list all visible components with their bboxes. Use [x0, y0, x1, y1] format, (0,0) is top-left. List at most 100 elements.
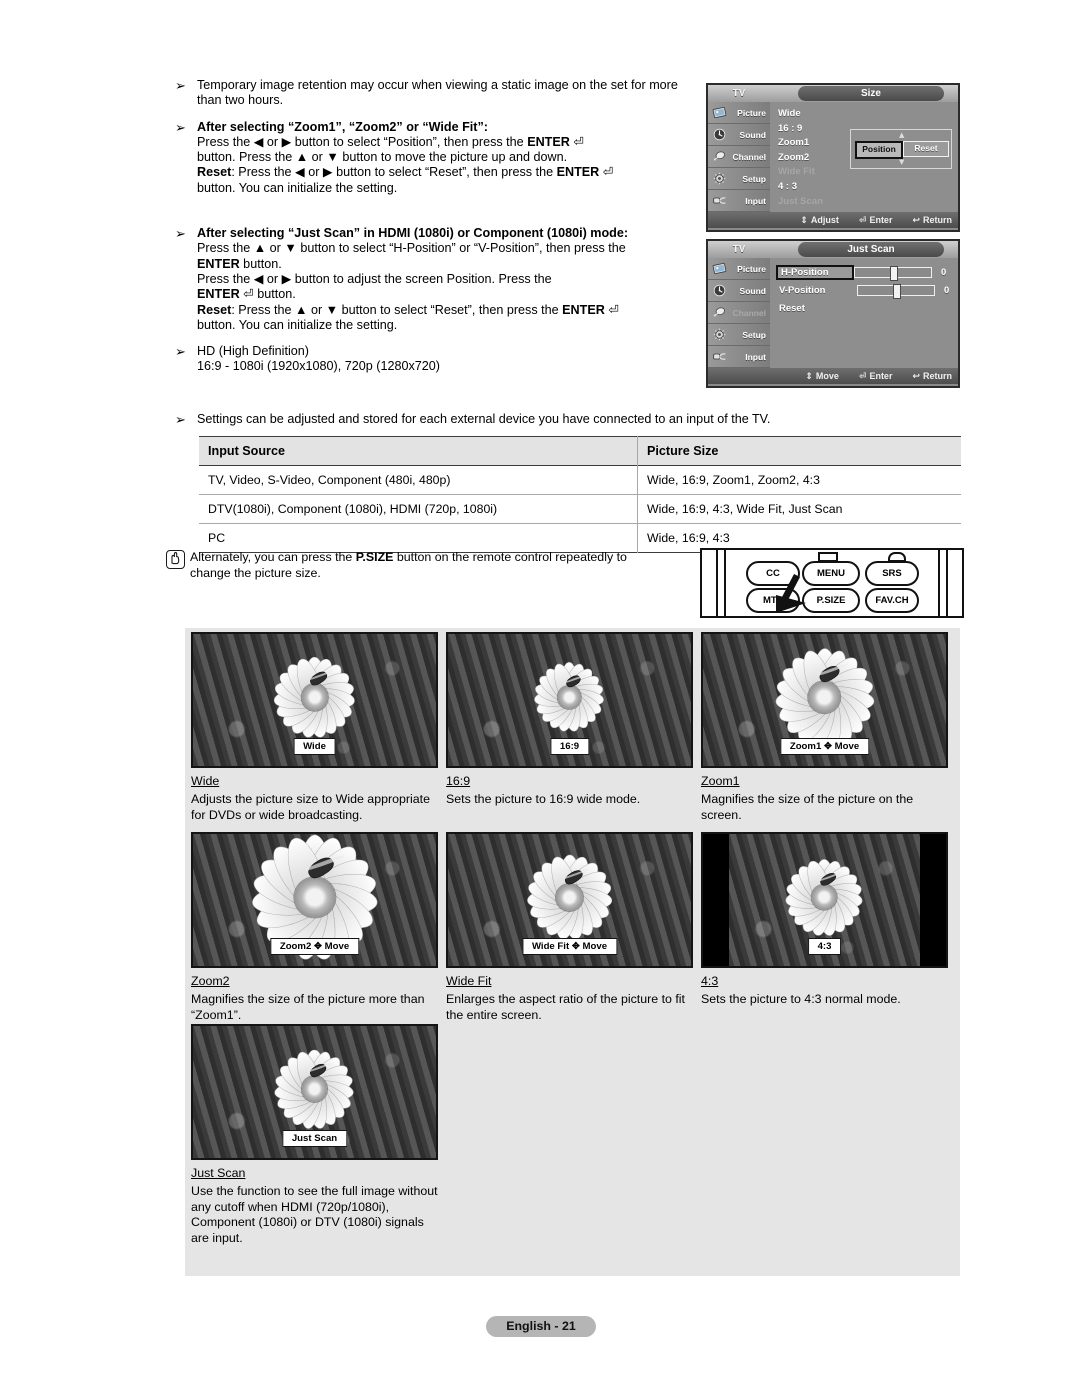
updown-arrow-icon: ⇕	[805, 371, 813, 382]
osd-sidebar-item-channel[interactable]: Channel	[708, 146, 770, 168]
reset-button[interactable]: Reset	[903, 141, 949, 157]
osd-sidebar-item-input[interactable]: Input	[708, 346, 770, 368]
osd-size-option[interactable]: Wide	[778, 107, 823, 122]
justscan-slider[interactable]	[854, 266, 932, 281]
picture-mode-cell: Just Scan Just Scan Use the function to se…	[191, 1024, 438, 1246]
osd-sidebar-item-sound[interactable]: Sound	[708, 124, 770, 146]
up-arrow-icon: ▲	[899, 131, 905, 139]
table-head: Input Source Picture Size	[199, 436, 961, 466]
return-icon: ↩	[912, 371, 920, 382]
input-source-table: Input Source Picture Size TV, Video, S-V…	[199, 436, 961, 553]
remote-key-srs[interactable]: SRS	[865, 561, 919, 586]
note-plain-text: ⏎	[569, 134, 584, 149]
settings-note-text: Settings can be adjusted and stored for …	[197, 412, 771, 426]
note-plain-text: : Press the ◀ or ▶ button to select “Res…	[231, 165, 557, 180]
note-plain-text: 16:9 - 1080i (1920x1080), 720p (1280x720…	[197, 359, 440, 374]
note-bold-text: ENTER	[197, 256, 240, 271]
input-icon	[713, 353, 726, 360]
osd-sidebar-item-picture[interactable]: Picture	[708, 258, 770, 280]
note-text: After selecting “Just Scan” in HDMI (108…	[197, 226, 628, 333]
enter-icon: ⏎	[858, 215, 867, 226]
justscan-slider-value: 0	[941, 267, 947, 278]
manual-page: ➢ Temporary image retention may occur whe…	[0, 0, 1080, 1397]
note-bold-text: Reset	[197, 165, 232, 180]
osd-sidebar-item-channel[interactable]: Channel	[708, 302, 770, 324]
slider-knob[interactable]	[893, 284, 901, 299]
osd-sidebar-item-label: Sound	[739, 129, 766, 140]
picture-mode-cell: Zoom1 ✥ Move Zoom1 Magnifies the size of t…	[701, 632, 948, 823]
note-bold-text: After selecting “Zoom1”, “Zoom2” or “Wid…	[197, 119, 488, 134]
flower-center	[811, 884, 838, 910]
osd-justscan-menu: TV Just Scan Picture Sound Channel Setup Inp…	[706, 239, 960, 388]
enter-icon: ⏎	[858, 371, 867, 382]
channel-icon	[713, 307, 725, 317]
osd-justscan-main: H-Position 0 V-Position 0 Reset	[770, 258, 958, 368]
osd-size-option[interactable]: Just Scan	[778, 195, 823, 210]
osd-sidebar-item-picture[interactable]: Picture	[708, 102, 770, 124]
picture-mode-description: Enlarges the aspect ratio of the picture…	[446, 992, 685, 1022]
note-plain-text: button. You can initialize the setting.	[197, 317, 398, 332]
remote-control-diagram: CC MENU SRS MTS P.SIZE FAV.CH	[700, 548, 964, 618]
osd-size-option[interactable]: Zoom2	[778, 151, 823, 166]
remote-key-favch[interactable]: FAV.CH	[865, 588, 919, 613]
slider-knob[interactable]	[890, 266, 898, 281]
bullet-marker: ➢	[175, 79, 186, 94]
table-body: TV, Video, S-Video, Component (480i, 480…	[199, 465, 961, 553]
osd-size-title: Size	[798, 86, 944, 101]
position-button[interactable]: Position	[855, 141, 903, 159]
osd-size-option[interactable]: 4 : 3	[778, 180, 823, 195]
justscan-row-h-position[interactable]: H-Position 0	[776, 264, 964, 281]
sound-icon	[713, 128, 726, 141]
picture-mode-overlay-label: 16:9	[549, 738, 590, 755]
picture-mode-title: 4:3	[701, 974, 719, 988]
flower-center	[555, 883, 584, 912]
picture-mode-description: Magnifies the size of the picture more t…	[191, 992, 425, 1022]
osd-size-option[interactable]: Zoom1	[778, 136, 823, 151]
note-plain-text: ⏎	[604, 302, 619, 317]
setup-icon	[713, 172, 726, 185]
justscan-row-v-position[interactable]: V-Position 0	[776, 282, 964, 299]
note-bold-text: ENTER	[562, 302, 605, 317]
osd-sidebar-item-setup[interactable]: Setup	[708, 324, 770, 346]
table-header-row: Input Source Picture Size	[199, 436, 961, 466]
osd-sidebar-item-input[interactable]: Input	[708, 190, 770, 212]
osd-size-option[interactable]: Wide Fit	[778, 165, 823, 180]
flower-center	[301, 1076, 328, 1103]
column-header-input-source: Input Source	[199, 436, 638, 466]
osd-size-option-list: Wide 16 : 9 Zoom1 Zoom2 Wide Fit 4 : 3 Just Sc…	[778, 107, 823, 209]
note-plain-text: HD (High Definition)	[197, 344, 309, 359]
picture-mode-preview: Wide	[191, 632, 438, 768]
picture-mode-overlay-label: Zoom1 ✥ Move	[779, 738, 870, 755]
picture-mode-preview: Zoom1 ✥ Move	[701, 632, 948, 768]
picture-mode-overlay-label: 4:3	[807, 938, 842, 955]
note-plain-text: : Press the ▲ or ▼ button to select “Res…	[231, 302, 563, 317]
note-plain-text: button. Press the ▲ or ▼ button to move …	[197, 150, 568, 165]
justscan-row-label: H-Position	[776, 265, 854, 280]
justscan-slider-value: 0	[944, 285, 950, 296]
osd-sidebar-item-label: Picture	[737, 107, 766, 118]
picture-icon	[712, 106, 727, 119]
bullet-marker: ➢	[175, 227, 186, 243]
picture-mode-title: 16:9	[446, 774, 471, 788]
note-plain-text: Temporary image retention may occur when…	[197, 78, 678, 108]
picture-mode-description: Magnifies the size of the picture on the…	[701, 792, 914, 822]
picture-mode-cell: 16:9 16:9 Sets the picture to 16:9 wide mo…	[446, 632, 693, 808]
picture-mode-cell: 4:3 4:3 Sets the picture to 4:3 normal mod…	[701, 832, 948, 1008]
osd-sidebar-item-sound[interactable]: Sound	[708, 280, 770, 302]
settings-note: ➢ Settings can be adjusted and stored fo…	[175, 412, 965, 429]
osd-size-option[interactable]: 16 : 9	[778, 122, 823, 137]
cell-input-source: DTV(1080i), Component (1080i), HDMI (720…	[199, 494, 638, 524]
osd-sidebar-item-setup[interactable]: Setup	[708, 168, 770, 190]
picture-mode-overlay-label: Just Scan	[281, 1130, 348, 1147]
justscan-slider[interactable]	[857, 284, 935, 299]
note-bold-text: ENTER	[556, 165, 600, 180]
osd-justscan-title: Just Scan	[798, 242, 944, 257]
picture-mode-description: Adjusts the picture size to Wide appropr…	[191, 792, 430, 822]
picture-size-examples-grid: Wide Wide Adjusts the picture size to Wide…	[185, 628, 960, 1276]
note-plain-text: ⏎	[599, 165, 614, 180]
justscan-row-reset[interactable]: Reset	[776, 300, 964, 317]
channel-icon	[713, 151, 725, 161]
osd-footer-label: Enter	[869, 214, 893, 225]
hand-pointing-icon	[776, 574, 806, 613]
picture-mode-description: Use the function to see the full image w…	[191, 1184, 438, 1245]
